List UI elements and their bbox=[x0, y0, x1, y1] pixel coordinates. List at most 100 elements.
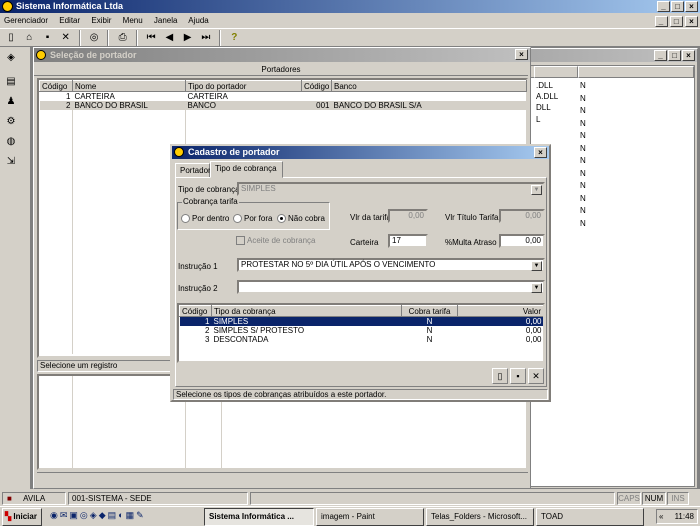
vlr-tarifa-label: Vlr da tarifa bbox=[350, 213, 391, 222]
previous-record-icon[interactable]: ◀ bbox=[161, 30, 177, 46]
bg-minimize-button[interactable]: _ bbox=[654, 50, 667, 61]
table-row[interactable]: 1 CARTEIRA CARTEIRA bbox=[40, 92, 527, 102]
col-valor[interactable]: Valor bbox=[457, 305, 543, 317]
col-tipo-cobranca[interactable]: Tipo da cobrança bbox=[211, 305, 402, 317]
cancel-button[interactable]: ✕ bbox=[528, 368, 544, 384]
col-codigo-banco[interactable]: Código bbox=[301, 80, 332, 92]
task-sistema[interactable]: Sistema Informática ... bbox=[204, 508, 314, 526]
row-valor: 0,00 bbox=[457, 316, 543, 326]
radio-por-dentro[interactable]: Por dentro bbox=[181, 214, 230, 224]
app-icon bbox=[2, 1, 13, 12]
col-banco[interactable]: Banco bbox=[331, 80, 527, 92]
status-empty bbox=[250, 492, 615, 505]
sidebar-books-icon[interactable]: ▤ bbox=[2, 73, 20, 91]
mdi-close-button[interactable]: × bbox=[685, 16, 698, 27]
sidebar-modules-icon[interactable]: ◈ bbox=[2, 49, 20, 67]
cancel-icon[interactable]: ✕ bbox=[58, 30, 74, 46]
menu-janela[interactable]: Janela bbox=[154, 16, 178, 25]
maximize-button[interactable]: □ bbox=[671, 1, 684, 12]
menu-editar[interactable]: Editar bbox=[59, 16, 80, 25]
quicklaunch-app-icon[interactable]: ◈ bbox=[90, 510, 99, 520]
chevron-down-icon[interactable]: ▼ bbox=[531, 185, 542, 195]
menu-gerenciador[interactable]: Gerenciador bbox=[4, 16, 48, 25]
radio-por-dentro-label: Por dentro bbox=[192, 214, 230, 223]
col-nome[interactable]: Nome bbox=[72, 80, 186, 92]
radio-nao-cobra[interactable]: Não cobra bbox=[277, 214, 325, 224]
close-button[interactable]: × bbox=[685, 1, 698, 12]
menu-exibir[interactable]: Exibir bbox=[91, 16, 111, 25]
col-cobra-tarifa[interactable]: Cobra tarifa bbox=[401, 305, 458, 317]
new-icon[interactable]: ▯ bbox=[3, 30, 19, 46]
tray-expand-icon[interactable]: « bbox=[657, 510, 663, 523]
sidebar-exit-icon[interactable]: ⇲ bbox=[2, 153, 20, 171]
next-record-icon[interactable]: ▶ bbox=[180, 30, 196, 46]
col-tipo-portador[interactable]: Tipo do portador bbox=[185, 80, 302, 92]
bg-grid-header-cell bbox=[578, 66, 694, 78]
dialog-close-button[interactable]: × bbox=[534, 147, 547, 158]
first-record-icon[interactable]: ⏮ bbox=[143, 30, 159, 46]
tab-portador[interactable]: Portador bbox=[175, 163, 211, 178]
mdi-restore-button[interactable]: □ bbox=[669, 16, 683, 27]
last-record-icon[interactable]: ⏭ bbox=[198, 30, 214, 46]
instrucao2-combo[interactable]: ▼ bbox=[237, 280, 545, 294]
quicklaunch-outlook-icon[interactable]: ✉ bbox=[60, 510, 70, 520]
start-button[interactable]: ▚ Iniciar bbox=[2, 508, 42, 526]
task-paint[interactable]: imagem - Paint bbox=[316, 508, 424, 526]
row-codigo: 2 bbox=[66, 101, 71, 110]
radio-por-fora[interactable]: Por fora bbox=[233, 214, 272, 224]
find-binoculars-icon[interactable]: ◎ bbox=[86, 30, 102, 46]
task-telas-folders[interactable]: Telas_Folders - Microsoft... bbox=[426, 508, 534, 526]
tipo-cobranca-value: SIMPLES bbox=[241, 184, 276, 193]
sidebar-user-icon[interactable]: ♟ bbox=[2, 93, 20, 111]
help-icon[interactable]: ? bbox=[226, 30, 242, 46]
status-user-text: AVILA bbox=[23, 494, 46, 503]
app-title: Sistema Informática Ltda bbox=[16, 1, 124, 11]
quicklaunch-app-icon[interactable]: ▦ bbox=[126, 510, 137, 520]
save-icon[interactable]: ▪ bbox=[39, 30, 55, 46]
instrucao1-combo[interactable]: PROTESTAR NO 5º DIA ÚTIL APÓS O VENCIMEN… bbox=[237, 258, 545, 272]
task-paint-label: imagem - Paint bbox=[321, 512, 375, 521]
mdi-minimize-button[interactable]: _ bbox=[654, 16, 668, 27]
table-row[interactable]: 3 DESCONTADA N 0,00 bbox=[180, 335, 544, 344]
sidebar-tools-icon[interactable]: ⚙ bbox=[2, 113, 20, 131]
table-row[interactable]: 2 BANCO DO BRASIL BANCO 001 BANCO DO BRA… bbox=[39, 101, 527, 110]
quicklaunch-app-icon[interactable]: ▤ bbox=[108, 510, 119, 520]
new-button[interactable]: ▯ bbox=[492, 368, 508, 384]
tab-tipo-cobranca-label: Tipo de cobrança bbox=[215, 164, 277, 173]
col-codigo[interactable]: Código bbox=[179, 305, 212, 317]
menu-ajuda[interactable]: Ajuda bbox=[188, 16, 208, 25]
bg-maximize-button[interactable]: □ bbox=[668, 50, 681, 61]
sidebar-globe-icon[interactable]: ◍ bbox=[2, 133, 20, 151]
minimize-button[interactable]: _ bbox=[657, 1, 670, 12]
bg-cell: N bbox=[580, 218, 586, 228]
multa-field[interactable]: 0,00 bbox=[499, 234, 545, 248]
bg-close-button[interactable]: × bbox=[682, 50, 695, 61]
quicklaunch-app-icon[interactable]: ✎ bbox=[136, 510, 146, 520]
menu-menu[interactable]: Menu bbox=[123, 16, 143, 25]
col-codigo[interactable]: Código bbox=[39, 80, 73, 92]
quick-launch: ◉✉▣◎◈◆▤◐▦✎ bbox=[50, 510, 146, 521]
quicklaunch-app-icon[interactable]: ◆ bbox=[99, 510, 108, 520]
carteira-field[interactable]: 17 bbox=[388, 234, 428, 248]
tab-tipo-cobranca[interactable]: Tipo de cobrança bbox=[210, 161, 283, 178]
quicklaunch-ie-icon[interactable]: ◉ bbox=[50, 510, 60, 520]
quicklaunch-app-icon[interactable]: ◎ bbox=[80, 510, 90, 520]
open-folder-icon[interactable]: ⌂ bbox=[21, 30, 37, 46]
portador-close-button[interactable]: × bbox=[515, 49, 528, 60]
toolbar-separator bbox=[107, 30, 110, 46]
vlr-tarifa-field[interactable]: 0,00 bbox=[388, 209, 428, 223]
print-icon[interactable]: ⎙ bbox=[115, 30, 131, 46]
table-row[interactable]: 2 SIMPLES S/ PROTESTO N 0,00 bbox=[180, 326, 544, 335]
chevron-down-icon[interactable]: ▼ bbox=[531, 283, 542, 293]
task-toad[interactable]: TOAD bbox=[536, 508, 644, 526]
quicklaunch-desktop-icon[interactable]: ▣ bbox=[69, 510, 80, 520]
tipo-cobranca-combo[interactable]: SIMPLES ▼ bbox=[237, 182, 545, 196]
table-row[interactable]: 1 SIMPLES N 0,00 bbox=[179, 316, 543, 326]
chevron-down-icon[interactable]: ▼ bbox=[531, 261, 542, 271]
quicklaunch-app-icon[interactable]: ◐ bbox=[118, 510, 125, 520]
vlr-tarifa-value: 0,00 bbox=[408, 211, 424, 220]
portadores-table: Código Nome Tipo do portador Código Banc… bbox=[39, 80, 527, 110]
vlr-titulo-field[interactable]: 0,00 bbox=[499, 209, 545, 223]
save-button[interactable]: ▪ bbox=[510, 368, 526, 384]
aceite-checkbox[interactable]: Aceite de cobrança bbox=[236, 236, 316, 246]
